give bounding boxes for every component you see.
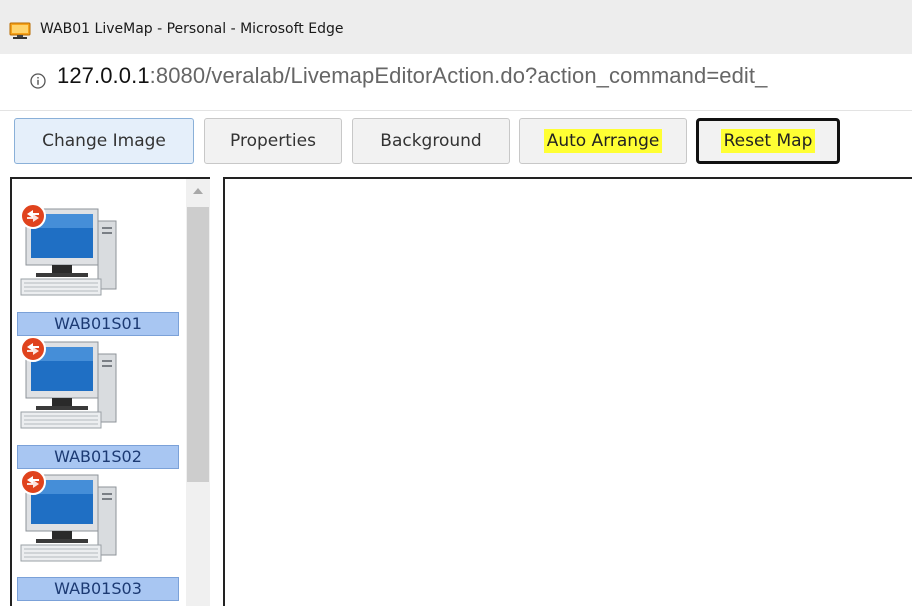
reset-map-button[interactable]: Reset Map	[696, 118, 840, 164]
device-item[interactable]: WAB01S02	[16, 334, 184, 470]
app-icon	[9, 22, 31, 39]
device-label[interactable]: WAB01S02	[17, 445, 179, 469]
url-host: 127.0.0.1	[57, 63, 150, 88]
scroll-thumb[interactable]	[187, 207, 209, 482]
change-image-label: Change Image	[42, 131, 166, 151]
url-path: :8080/veralab/LivemapEditorAction.do?act…	[149, 63, 768, 88]
info-icon[interactable]	[30, 73, 46, 89]
scroll-up-arrow-icon[interactable]	[193, 188, 203, 194]
change-image-button[interactable]: Change Image	[14, 118, 194, 164]
auto-arrange-button[interactable]: Auto Arrange	[519, 118, 687, 164]
background-button[interactable]: Background	[352, 118, 510, 164]
map-canvas[interactable]	[223, 177, 912, 606]
window-title: WAB01 LiveMap - Personal - Microsoft Edg…	[40, 21, 344, 37]
properties-button[interactable]: Properties	[204, 118, 342, 164]
background-label: Background	[380, 131, 482, 151]
device-item[interactable]: WAB01S03	[16, 467, 184, 603]
computer-icon	[20, 469, 117, 562]
device-label[interactable]: WAB01S03	[17, 577, 179, 601]
reset-map-label: Reset Map	[720, 129, 816, 153]
computer-icon	[20, 336, 117, 429]
url-text[interactable]: 127.0.0.1:8080/veralab/LivemapEditorActi…	[57, 63, 767, 89]
device-label[interactable]: WAB01S01	[17, 312, 179, 336]
device-item[interactable]: WAB01S01	[16, 201, 184, 337]
computer-icon	[20, 203, 117, 296]
auto-arrange-label: Auto Arrange	[543, 129, 663, 153]
properties-label: Properties	[230, 131, 316, 151]
